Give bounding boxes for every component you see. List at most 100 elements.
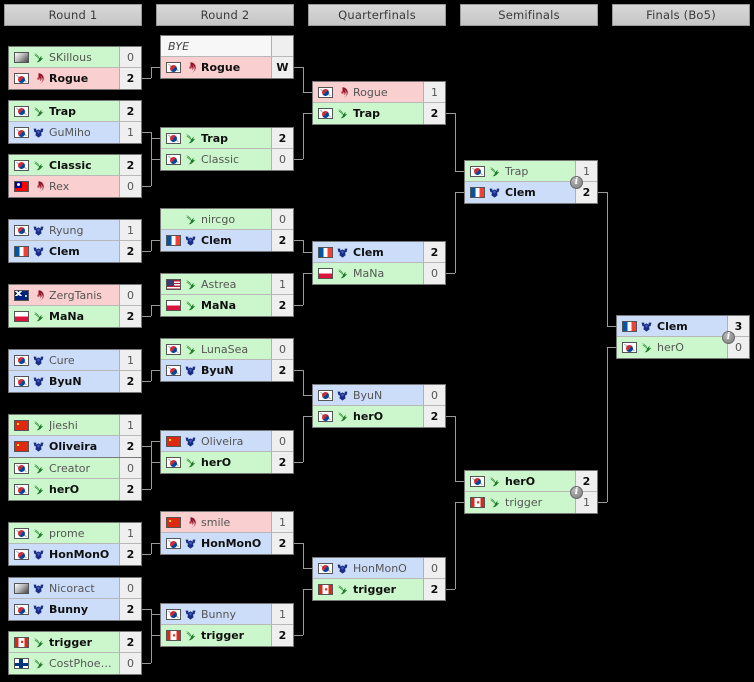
player-name: LunaSea <box>201 342 249 356</box>
connector-line <box>294 67 303 68</box>
match-row[interactable]: Rogue 2 <box>9 68 141 89</box>
player-name: Bunny <box>201 607 236 621</box>
match-row[interactable]: Creator 0 <box>9 458 141 479</box>
match-box[interactable]: trigger 2 CostPhoenix 0 <box>8 631 142 675</box>
match-row[interactable]: trigger 2 <box>161 625 293 646</box>
player-name: Rogue <box>49 72 89 85</box>
match-box[interactable]: Trap 2 Classic 0 <box>160 127 294 171</box>
match-row[interactable]: Oliveira 0 <box>161 431 293 452</box>
match-box[interactable]: Nicoract 0 Bunny 2 <box>8 577 142 621</box>
connector-line <box>455 416 456 481</box>
match-row[interactable]: Bunny 1 <box>161 604 293 625</box>
match-row[interactable]: Trap 2 <box>161 128 293 149</box>
match-box[interactable]: SKillous 0 Rogue 2 <box>8 46 142 90</box>
match-row[interactable]: ByuN 2 <box>9 371 141 392</box>
connector-line <box>294 635 303 636</box>
match-row[interactable]: MaNa 2 <box>161 295 293 316</box>
match-box[interactable]: smile 1 HonMonO 2 <box>160 511 294 555</box>
match-row[interactable]: ByuN 2 <box>161 360 293 381</box>
match-box[interactable]: Trap 2 GuMiho 1 <box>8 100 142 144</box>
flag-icon-kr <box>318 562 333 574</box>
match-row[interactable]: Classic 0 <box>161 149 293 170</box>
match-box[interactable]: Oliveira 0 herO 2 <box>160 430 294 474</box>
round-header: Quarterfinals <box>308 4 446 26</box>
connector-line <box>294 159 303 160</box>
player-name: HonMonO <box>353 561 407 575</box>
match-box[interactable]: Rogue 1 Trap 2 <box>312 81 446 125</box>
match-row[interactable]: herO 2 <box>9 479 141 500</box>
connector-line <box>151 609 152 663</box>
match-box[interactable]: Creator 0 herO 2 <box>8 457 142 501</box>
match-row[interactable]: trigger 2 <box>313 579 445 600</box>
flag-icon-ca <box>14 636 29 648</box>
player-name: Trap <box>49 104 77 118</box>
terran-icon <box>184 537 197 550</box>
match-row[interactable]: Rogue 1 <box>313 82 445 103</box>
match-row[interactable]: trigger 2 <box>9 632 141 653</box>
terran-icon <box>184 364 197 377</box>
match-row[interactable]: MaNa 2 <box>9 306 141 327</box>
match-box[interactable]: Ryung 1 Clem 2 <box>8 219 142 263</box>
match-box[interactable]: nircgo 0 Clem 2 <box>160 208 294 252</box>
match-box[interactable]: ZergTanis 0 MaNa 2 <box>8 284 142 328</box>
match-row[interactable]: Classic 2 <box>9 155 141 176</box>
flag-icon-cn <box>14 419 29 431</box>
match-box[interactable]: LunaSea 0 ByuN 2 <box>160 338 294 382</box>
match-row[interactable]: HonMonO 0 <box>313 558 445 579</box>
match-row[interactable]: Rogue W <box>161 57 293 78</box>
match-row[interactable]: ByuN 0 <box>313 385 445 406</box>
match-box[interactable]: Jieshi 1 Oliveira 2 <box>8 414 142 458</box>
match-row[interactable]: Bunny 2 <box>9 599 141 620</box>
connector-line <box>151 305 160 306</box>
player-name: ByuN <box>201 364 234 377</box>
match-row[interactable]: HonMonO 2 <box>9 544 141 565</box>
match-row[interactable]: herO 2 <box>161 452 293 473</box>
match-box[interactable]: ByuN 0 herO 2 <box>312 384 446 428</box>
match-row[interactable]: ZergTanis 0 <box>9 285 141 306</box>
match-row[interactable]: CostPhoenix 0 <box>9 653 141 674</box>
match-row[interactable]: LunaSea 0 <box>161 339 293 360</box>
match-row[interactable]: nircgo 0 <box>161 209 293 230</box>
match-box[interactable]: BYE Rogue W <box>160 35 294 79</box>
match-row[interactable]: prome 1 <box>9 523 141 544</box>
match-row[interactable]: Jieshi 1 <box>9 415 141 436</box>
match-row[interactable]: Clem 2 <box>161 230 293 251</box>
match-row[interactable]: Cure 1 <box>9 350 141 371</box>
match-row[interactable]: Nicoract 0 <box>9 578 141 599</box>
flag-icon-kr <box>470 165 485 177</box>
match-box[interactable]: prome 1 HonMonO 2 <box>8 522 142 566</box>
bye-row[interactable]: BYE <box>161 36 293 57</box>
connector-line <box>446 273 455 274</box>
player-name: Ryung <box>49 223 84 237</box>
match-box[interactable]: Classic 2 Rex 0 <box>8 154 142 198</box>
match-row[interactable]: Oliveira 2 <box>9 436 141 457</box>
flag-icon-kr <box>14 484 29 495</box>
info-icon[interactable]: i <box>570 176 583 189</box>
match-box[interactable]: Bunny 1 trigger 2 <box>160 603 294 647</box>
match-box[interactable]: Cure 1 ByuN 2 <box>8 349 142 393</box>
match-box[interactable]: HonMonO 0 trigger 2 <box>312 557 446 601</box>
connector-line <box>303 92 312 93</box>
match-box[interactable]: Clem 2 MaNa 0 <box>312 241 446 285</box>
match-row[interactable]: SKillous 0 <box>9 47 141 68</box>
match-row[interactable]: herO 2 <box>313 406 445 427</box>
match-row[interactable]: Trap 2 <box>9 101 141 122</box>
match-row[interactable]: GuMiho 1 <box>9 122 141 143</box>
match-box[interactable]: Astrea 1 MaNa 2 <box>160 273 294 317</box>
match-row[interactable]: Clem 2 <box>9 241 141 262</box>
flag-icon-kr <box>14 604 29 615</box>
info-icon[interactable]: i <box>722 331 735 344</box>
match-row[interactable]: Trap 2 <box>313 103 445 124</box>
match-row[interactable]: HonMonO 2 <box>161 533 293 554</box>
match-row[interactable]: smile 1 <box>161 512 293 533</box>
match-row[interactable]: Ryung 1 <box>9 220 141 241</box>
connector-line <box>151 138 160 139</box>
info-icon[interactable]: i <box>570 486 583 499</box>
connector-line <box>303 589 312 590</box>
connector-line <box>303 543 304 568</box>
match-row[interactable]: MaNa 0 <box>313 263 445 284</box>
flag-icon-kr <box>470 475 485 487</box>
match-row[interactable]: Clem 2 <box>313 242 445 263</box>
match-row[interactable]: Astrea 1 <box>161 274 293 295</box>
match-row[interactable]: Rex 0 <box>9 176 141 197</box>
